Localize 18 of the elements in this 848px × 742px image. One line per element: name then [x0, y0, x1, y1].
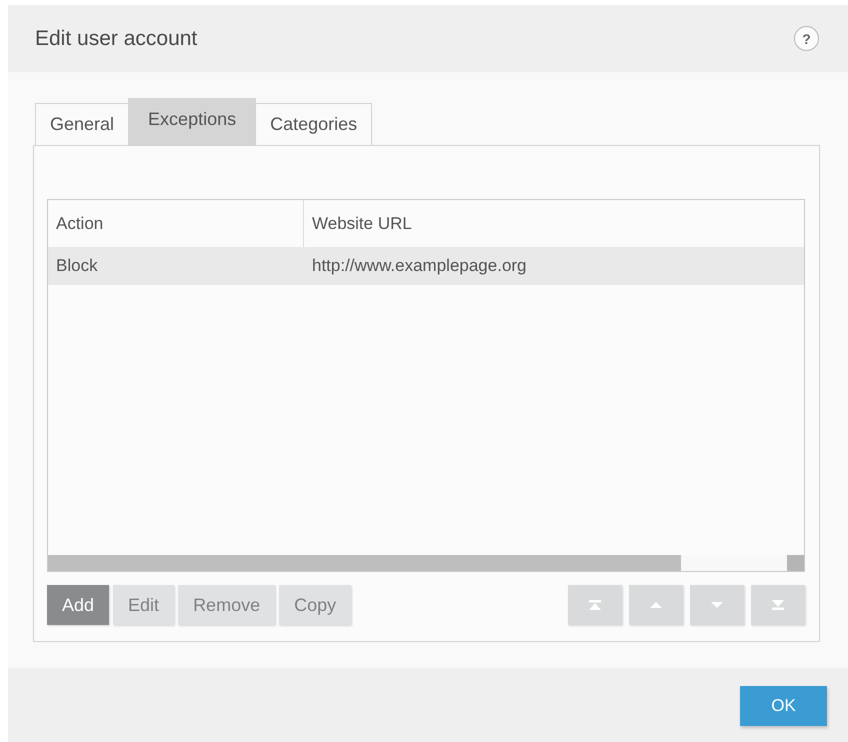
help-button[interactable]: ? — [794, 26, 819, 51]
column-header[interactable]: Website URL — [304, 200, 412, 247]
action-button[interactable]: Add — [47, 585, 110, 625]
down-triangle-icon — [711, 602, 723, 608]
tab[interactable]: Exceptions — [128, 98, 256, 145]
horizontal-scrollbar[interactable] — [48, 555, 804, 571]
scrollbar-corner — [787, 555, 804, 571]
up-triangle-bar-icon — [589, 600, 601, 610]
tab[interactable]: General — [35, 103, 130, 145]
window-title: Edit user account — [35, 26, 198, 50]
ok-button[interactable]: OK — [740, 686, 827, 726]
table-cell-text: Block — [55, 255, 99, 277]
scrollbar-thumb[interactable] — [48, 555, 681, 571]
down-triangle-bar-icon — [772, 600, 784, 610]
table-row[interactable]: Block http://www.examplepage.org — [48, 247, 804, 285]
up-triangle-icon — [650, 602, 662, 608]
table-cell-text: http://www.examplepage.org — [311, 255, 527, 277]
tab[interactable]: Categories — [255, 103, 372, 145]
